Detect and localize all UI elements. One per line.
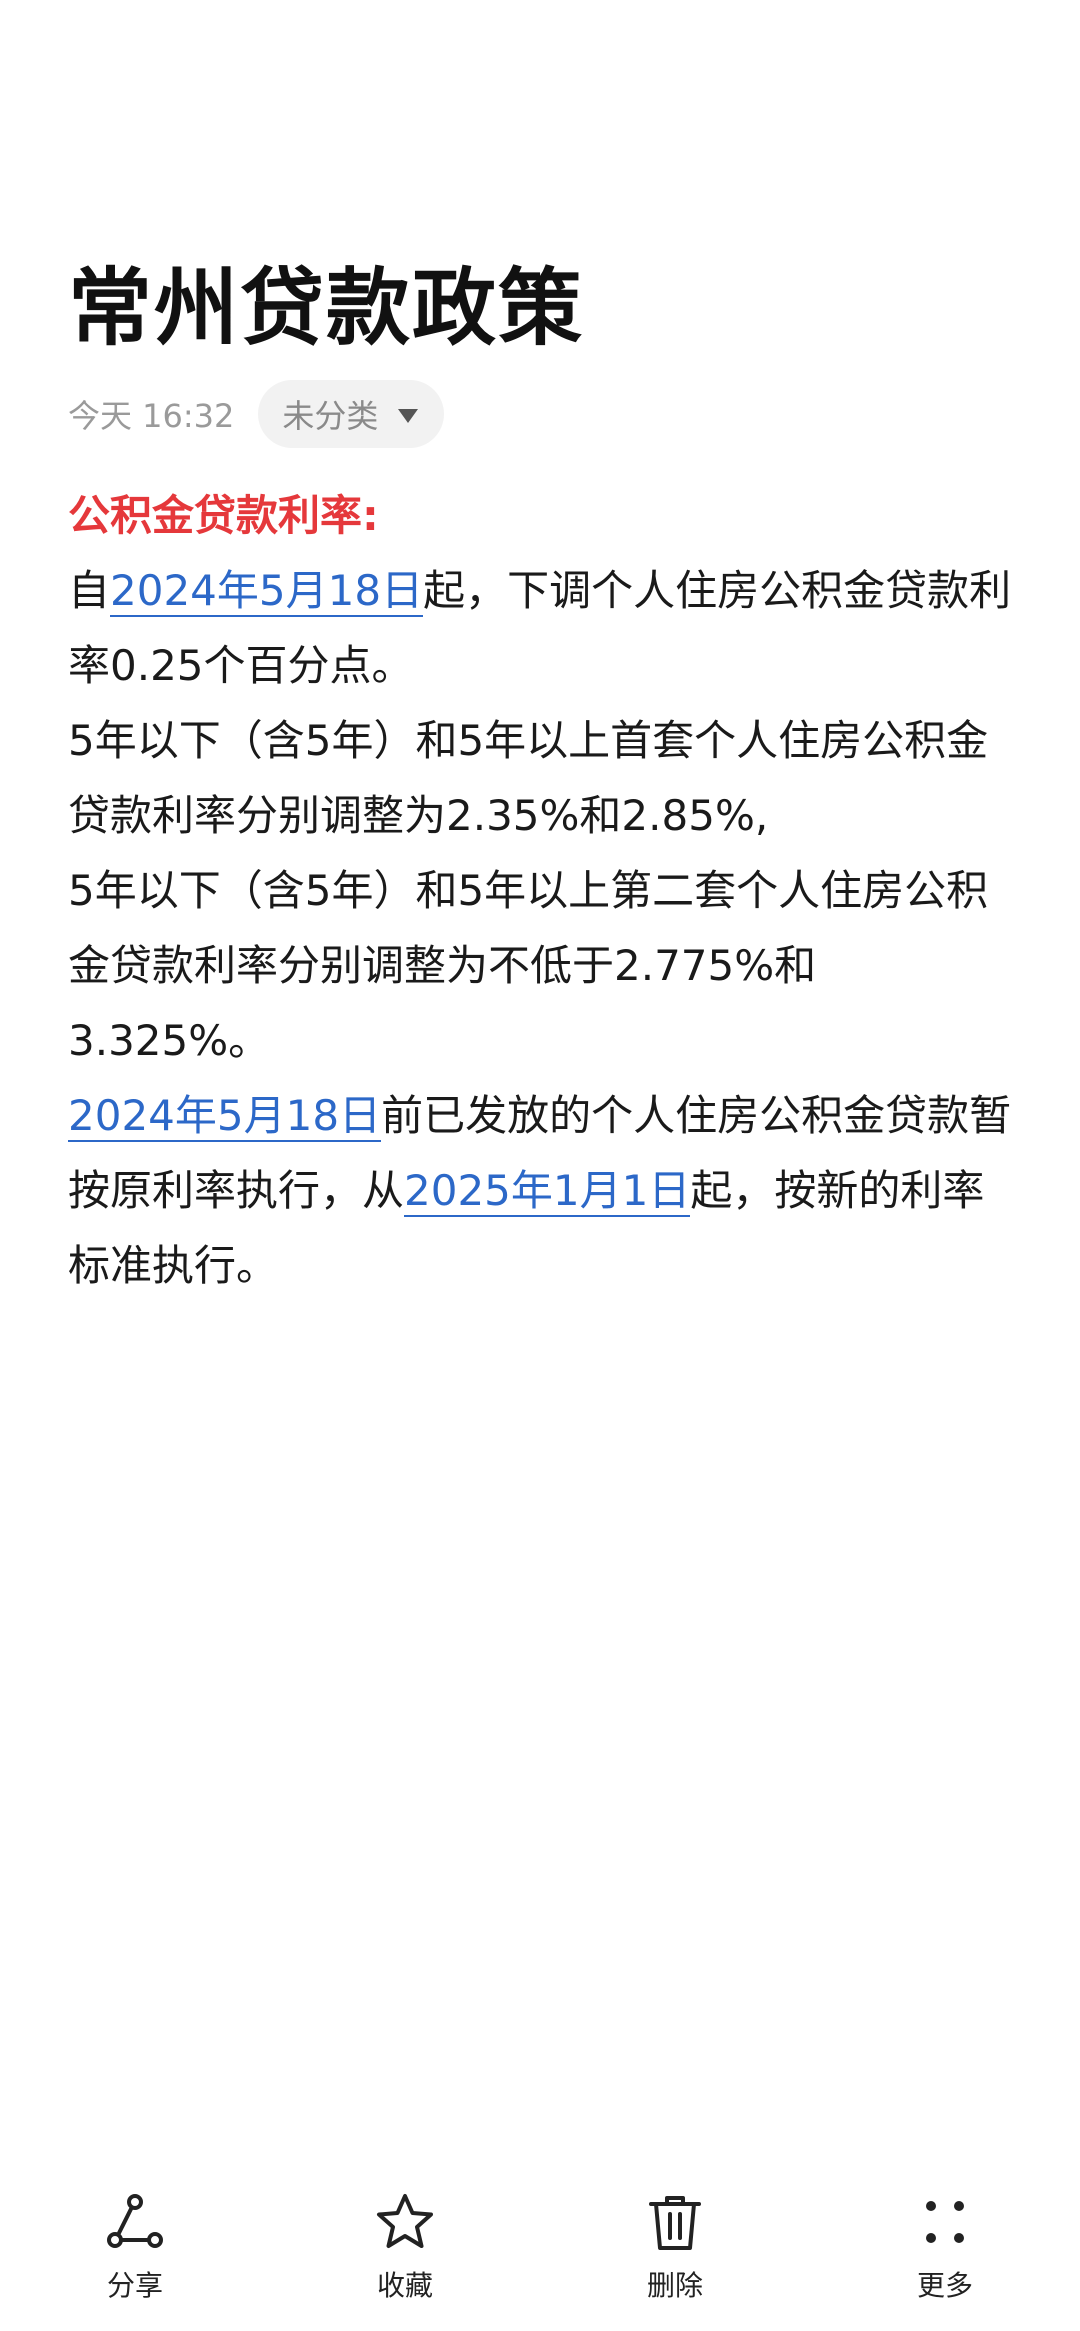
more-label: 更多 <box>916 2269 973 2302</box>
paragraph-second-home: 5年以下（含5年）和5年以上第二套个人住房公积金贷款利率分别调整为不低于2.77… <box>68 866 989 1065</box>
more-button[interactable]: 更多 <box>855 2190 1035 2304</box>
paragraph-prefix: 自 <box>68 566 111 615</box>
category-label: 未分类 <box>282 397 379 435</box>
delete-button[interactable]: 删除 <box>585 2190 765 2304</box>
trash-icon <box>649 2196 701 2250</box>
note-meta: 今天 16:32 未分类 <box>68 380 445 448</box>
paragraph-rate-cut: 自2024年5月18日起，下调个人住房公积金贷款利率0.25个百分点。 <box>68 553 1018 703</box>
favorite-button[interactable]: 收藏 <box>315 2190 495 2304</box>
caret-down-icon <box>398 409 419 423</box>
delete-label: 删除 <box>646 2269 703 2302</box>
date-link-2024-05-18-second[interactable]: 2024年5月18日 <box>68 1091 382 1142</box>
paragraph-existing-loans: 2024年5月18日前已发放的个人住房公积金贷款暂按原利率执行，从2025年1月… <box>68 1078 1018 1303</box>
note-body[interactable]: 公积金贷款利率: 自2024年5月18日起，下调个人住房公积金贷款利率0.25个… <box>68 478 1018 1303</box>
note-title: 常州贷款政策 <box>68 259 585 357</box>
note-timestamp: 今天 16:32 <box>68 397 235 435</box>
bottom-action-bar: 分享 收藏 删除 更多 <box>0 2190 1080 2331</box>
star-icon <box>377 2194 433 2248</box>
section-heading: 公积金贷款利率: <box>68 491 379 540</box>
date-link-2024-05-18[interactable]: 2024年5月18日 <box>110 566 424 617</box>
paragraph-first-home: 5年以下（含5年）和5年以上首套个人住房公积金贷款利率分别调整为2.35%和2.… <box>68 716 989 840</box>
share-button[interactable]: 分享 <box>45 2190 225 2304</box>
date-link-2025-01-01[interactable]: 2025年1月1日 <box>404 1166 691 1217</box>
share-label: 分享 <box>106 2269 163 2302</box>
favorite-label: 收藏 <box>376 2269 433 2302</box>
share-icon <box>107 2194 163 2248</box>
category-dropdown[interactable]: 未分类 <box>258 380 445 448</box>
more-dots-icon <box>926 2201 964 2243</box>
